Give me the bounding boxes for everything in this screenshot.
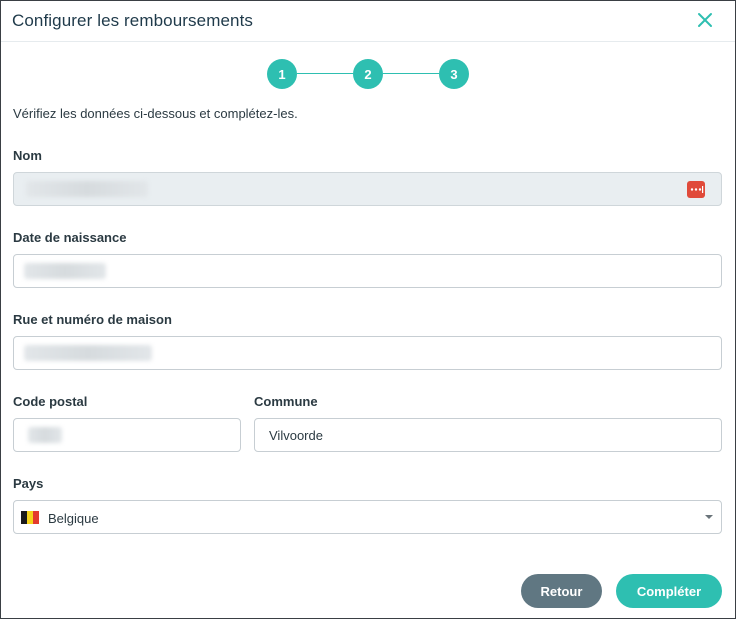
chevron-down-icon[interactable] <box>705 515 713 519</box>
municipality-input[interactable] <box>255 419 721 451</box>
country-label: Pays <box>13 476 44 491</box>
postal-code-label: Code postal <box>13 394 88 409</box>
step-connector-2 <box>383 73 439 74</box>
redacted-value <box>24 345 152 361</box>
close-icon[interactable] <box>695 10 715 30</box>
complete-button[interactable]: Compléter <box>616 574 722 608</box>
birthdate-input[interactable] <box>14 255 721 287</box>
street-field[interactable] <box>13 336 722 370</box>
postal-code-field[interactable] <box>13 418 241 452</box>
country-selected-value: Belgique <box>48 511 99 526</box>
birthdate-field[interactable] <box>13 254 722 288</box>
redacted-value <box>24 263 106 279</box>
step-2: 2 <box>353 59 383 89</box>
redacted-value <box>28 427 62 443</box>
dialog-title: Configurer les remboursements <box>12 11 253 30</box>
step-1: 1 <box>267 59 297 89</box>
nom-field <box>13 172 722 206</box>
municipality-field[interactable] <box>254 418 722 452</box>
dialog-header: Configurer les remboursements <box>1 1 735 41</box>
step-3: 3 <box>439 59 469 89</box>
nom-label: Nom <box>13 148 42 163</box>
stepper: 1 2 3 <box>265 59 471 89</box>
configure-refunds-dialog: Configurer les remboursements 1 2 3 Véri… <box>0 0 736 619</box>
header-divider <box>1 41 735 42</box>
street-label: Rue et numéro de maison <box>13 312 172 327</box>
step-connector-1 <box>297 73 353 74</box>
redacted-value <box>26 181 148 197</box>
country-select[interactable]: Belgique <box>13 500 722 534</box>
intro-text: Vérifiez les données ci-dessous et compl… <box>13 106 298 121</box>
password-manager-icon[interactable] <box>687 181 705 198</box>
municipality-label: Commune <box>254 394 318 409</box>
belgium-flag-icon <box>21 511 39 524</box>
birthdate-label: Date de naissance <box>13 230 127 245</box>
back-button[interactable]: Retour <box>521 574 602 608</box>
